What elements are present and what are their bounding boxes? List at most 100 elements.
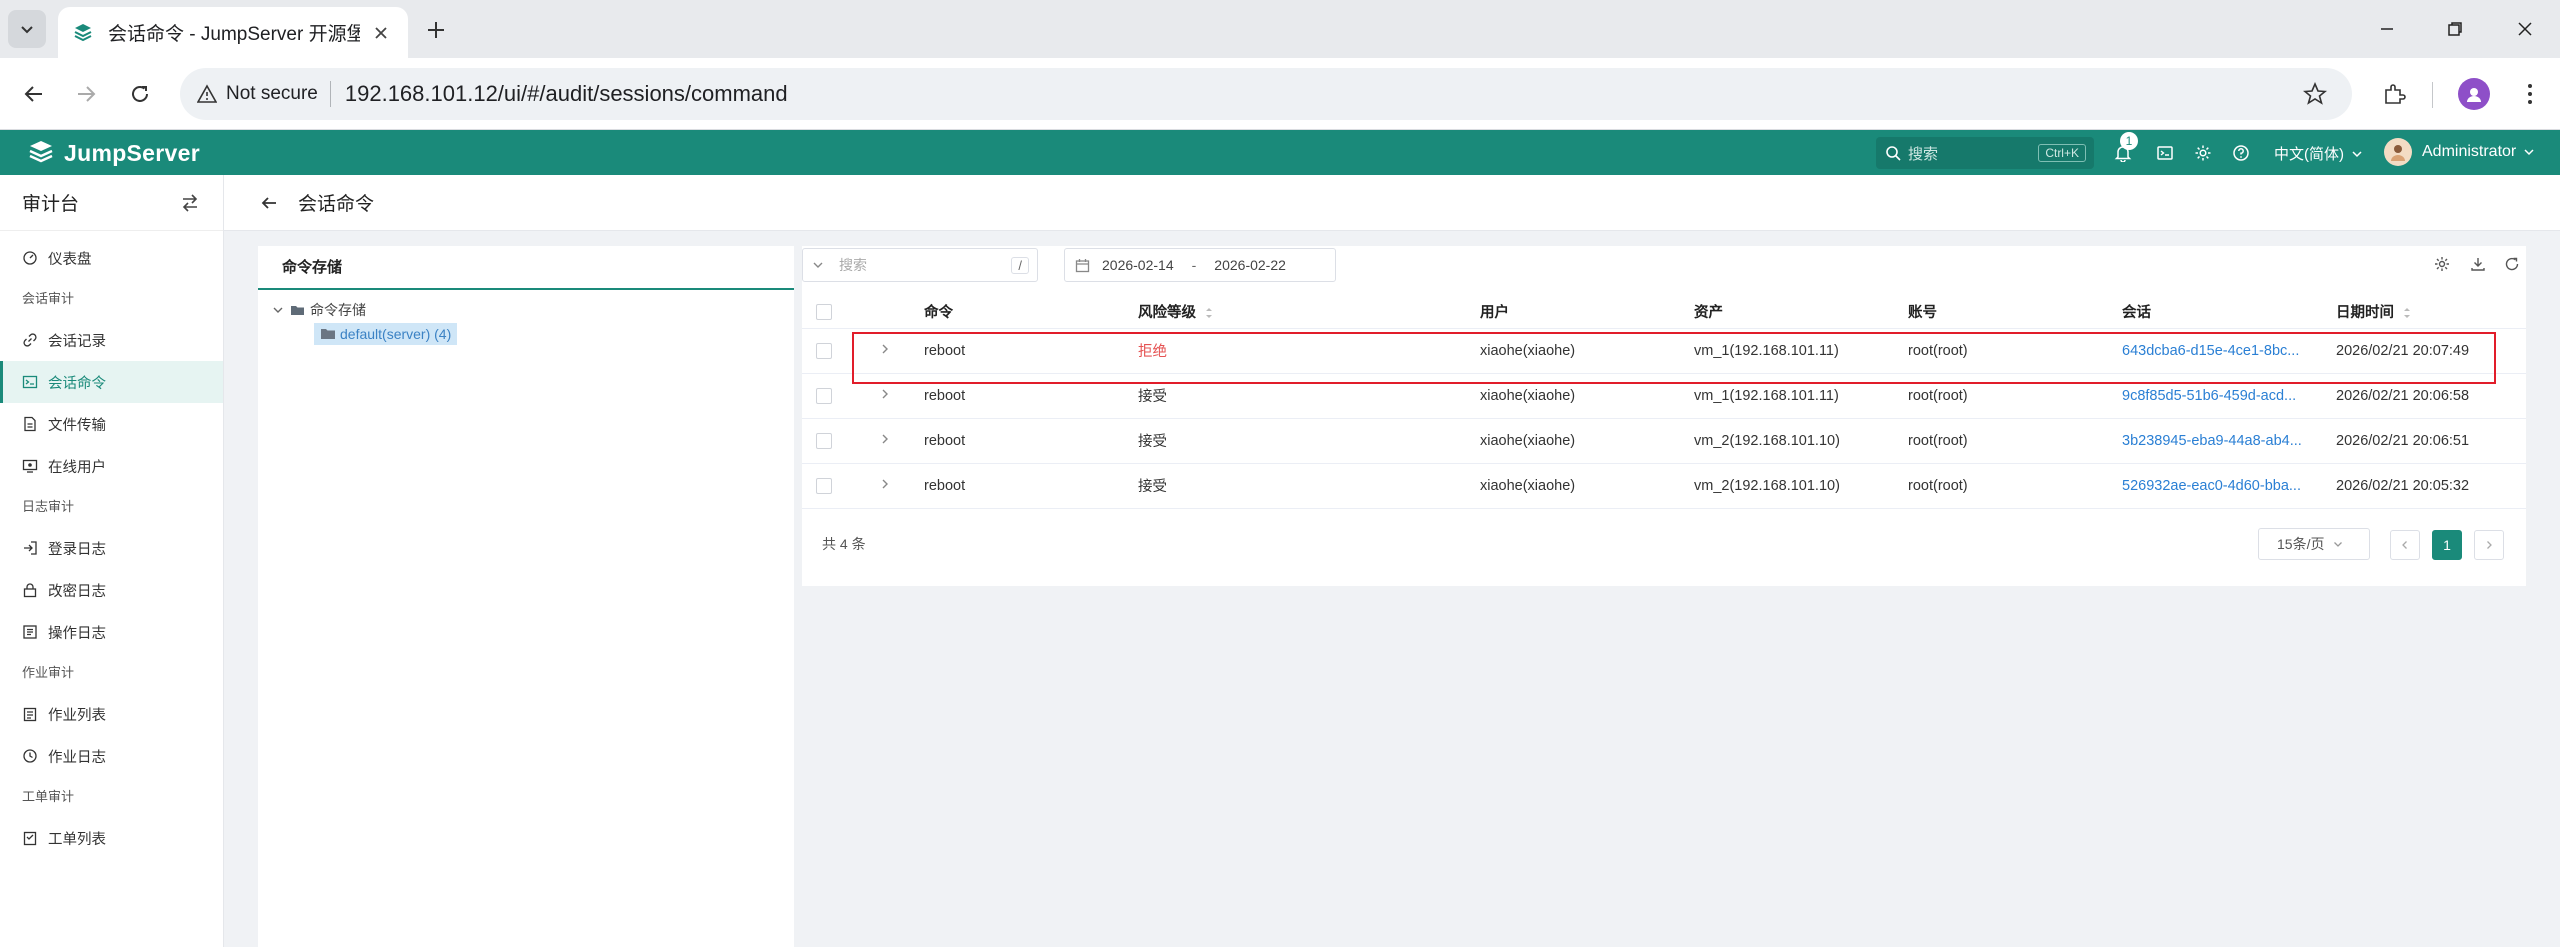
- table-row[interactable]: reboot 接受 xiaohe(xiaohe) vm_2(192.168.101.1…: [802, 463, 2526, 509]
- sidebar-item[interactable]: 仪表盘: [0, 237, 223, 279]
- sidebar-item-label: 在线用户: [48, 459, 106, 476]
- close-tab-icon[interactable]: [368, 20, 394, 46]
- next-page-button[interactable]: [2474, 530, 2504, 560]
- language-selector[interactable]: 中文(简体): [2274, 143, 2364, 164]
- tab-search-chevron-icon[interactable]: [8, 10, 46, 48]
- search-input[interactable]: 搜索 /: [802, 248, 1038, 282]
- forward-arrow-icon[interactable]: [70, 78, 102, 110]
- browser-tab-active[interactable]: 会话命令 - JumpServer 开源堡垒机: [58, 7, 408, 58]
- browser-tabstrip: 会话命令 - JumpServer 开源堡垒机: [0, 0, 2560, 58]
- tree-node-root[interactable]: 命令存储: [258, 298, 794, 322]
- select-all-checkbox[interactable]: [816, 303, 832, 320]
- back-arrow-icon[interactable]: [258, 192, 280, 214]
- sort-caret-icon[interactable]: [1204, 306, 1214, 320]
- security-label[interactable]: Not secure: [226, 83, 318, 105]
- close-window-icon[interactable]: [2512, 16, 2538, 42]
- cell-risk: 接受: [1138, 418, 1480, 464]
- cell-session-link[interactable]: 643dcba6-d15e-4ce1-8bc...: [2122, 328, 2336, 374]
- dashboard-icon: [22, 250, 38, 266]
- bookmark-star-icon[interactable]: [2302, 81, 2328, 107]
- tree-node-selected[interactable]: default(server) (4): [314, 323, 458, 345]
- sidebar-title: 审计台: [22, 194, 80, 215]
- date-end[interactable]: 2026-02-22: [1214, 257, 1286, 273]
- chevron-down-icon[interactable]: [811, 258, 825, 272]
- sidebar-item[interactable]: 在线用户: [0, 445, 223, 487]
- cell-user: xiaohe(xiaohe): [1480, 328, 1694, 374]
- jumpserver-favicon-icon: [72, 22, 94, 44]
- sidebar-item[interactable]: 会话记录: [0, 319, 223, 361]
- row-checkbox[interactable]: [816, 387, 832, 404]
- search-icon: [1884, 144, 1902, 162]
- row-checkbox[interactable]: [816, 342, 832, 359]
- sidebar-item[interactable]: 改密日志: [0, 569, 223, 611]
- new-tab-plus-icon[interactable]: [420, 14, 452, 46]
- cell-asset: vm_1(192.168.101.11): [1694, 373, 1908, 419]
- sidebar-item[interactable]: 操作日志: [0, 611, 223, 653]
- gear-icon[interactable]: [2192, 142, 2214, 164]
- page-size-select[interactable]: 15条/页: [2258, 528, 2370, 560]
- table-row[interactable]: reboot 接受 xiaohe(xiaohe) vm_2(192.168.101.1…: [802, 418, 2526, 464]
- prev-page-button[interactable]: [2390, 530, 2420, 560]
- cell-session-link[interactable]: 3b238945-eba9-44a8-ab4...: [2122, 418, 2336, 464]
- address-bar[interactable]: Not secure 192.168.101.12/ui/#/audit/ses…: [180, 68, 2352, 120]
- table-row[interactable]: reboot 接受 xiaohe(xiaohe) vm_1(192.168.101.1…: [802, 373, 2526, 419]
- tree-node-default-server[interactable]: default(server) (4): [258, 322, 794, 346]
- expand-row-chevron-icon[interactable]: [878, 432, 892, 446]
- page-number-button[interactable]: 1: [2432, 530, 2462, 560]
- expand-row-chevron-icon[interactable]: [878, 387, 892, 401]
- settings-gear-icon[interactable]: [2432, 254, 2452, 274]
- sidebar-item[interactable]: 登录日志: [0, 527, 223, 569]
- restore-window-icon[interactable]: [2442, 16, 2468, 42]
- toolbar-divider: [2432, 82, 2433, 108]
- calendar-icon: [1075, 258, 1090, 273]
- sidebar-item[interactable]: 文件传输: [0, 403, 223, 445]
- cell-account: root(root): [1908, 463, 2122, 509]
- minimize-window-icon[interactable]: [2374, 16, 2400, 42]
- user-menu[interactable]: Administrator: [2384, 138, 2536, 166]
- link-icon: [22, 332, 38, 348]
- back-arrow-icon[interactable]: [18, 78, 50, 110]
- sort-caret-icon[interactable]: [2402, 306, 2412, 320]
- extensions-puzzle-icon[interactable]: [2378, 78, 2410, 110]
- refresh-icon[interactable]: [2502, 254, 2522, 274]
- date-range-picker[interactable]: 2026-02-14 - 2026-02-22: [1064, 248, 1336, 282]
- sidebar-group-label: 工单审计: [22, 789, 75, 804]
- table-row[interactable]: reboot 拒绝 xiaohe(xiaohe) vm_1(192.168.101.1…: [802, 328, 2526, 374]
- switch-view-icon[interactable]: [179, 192, 201, 214]
- cell-risk: 接受: [1138, 373, 1480, 419]
- url-text[interactable]: 192.168.101.12/ui/#/audit/sessions/comma…: [345, 81, 788, 107]
- job-log-icon: [22, 748, 38, 764]
- cell-datetime: 2026/02/21 20:06:58: [2336, 373, 2526, 419]
- table-header-row: 命令 风险等级 用户 资产 账号 会话 日期时间: [802, 296, 2526, 329]
- column-header-command: 命令: [924, 296, 1138, 329]
- cell-datetime: 2026/02/21 20:07:49: [2336, 328, 2526, 374]
- reload-icon[interactable]: [124, 78, 156, 110]
- page-header: 会话命令: [224, 175, 2560, 231]
- column-header-datetime[interactable]: 日期时间: [2336, 296, 2526, 329]
- global-search-input[interactable]: 搜索 Ctrl+K: [1876, 137, 2094, 169]
- sidebar-item[interactable]: 作业日志: [0, 735, 223, 777]
- column-header-risk[interactable]: 风险等级: [1138, 296, 1480, 329]
- browser-menu-dots-icon[interactable]: [2514, 78, 2546, 110]
- chevron-down-icon[interactable]: [270, 302, 286, 318]
- date-start[interactable]: 2026-02-14: [1102, 257, 1174, 273]
- help-question-icon[interactable]: [2230, 142, 2252, 164]
- row-checkbox[interactable]: [816, 432, 832, 449]
- profile-avatar-icon[interactable]: [2458, 78, 2490, 110]
- tab-command-storage[interactable]: 命令存储: [258, 246, 794, 290]
- sidebar-item[interactable]: 作业列表: [0, 693, 223, 735]
- folder-icon: [320, 326, 336, 342]
- row-checkbox[interactable]: [816, 477, 832, 494]
- expand-row-chevron-icon[interactable]: [878, 342, 892, 356]
- cell-risk: 接受: [1138, 463, 1480, 509]
- sidebar: 审计台 仪表盘 会话审计 会话记录 会话命令 文件传输 在线用户 日志审计 登录日志 改密日志操…: [0, 175, 224, 947]
- web-terminal-icon[interactable]: [2154, 142, 2176, 164]
- app-logo[interactable]: JumpServer: [26, 138, 200, 168]
- cell-session-link[interactable]: 526932ae-eac0-4d60-bba...: [2122, 463, 2336, 509]
- sidebar-item[interactable]: 工单列表: [0, 817, 223, 859]
- sidebar-item[interactable]: 会话命令: [0, 361, 223, 403]
- download-icon[interactable]: [2468, 254, 2488, 274]
- ticket-icon: [22, 830, 38, 846]
- cell-session-link[interactable]: 9c8f85d5-51b6-459d-acd...: [2122, 373, 2336, 419]
- expand-row-chevron-icon[interactable]: [878, 477, 892, 491]
